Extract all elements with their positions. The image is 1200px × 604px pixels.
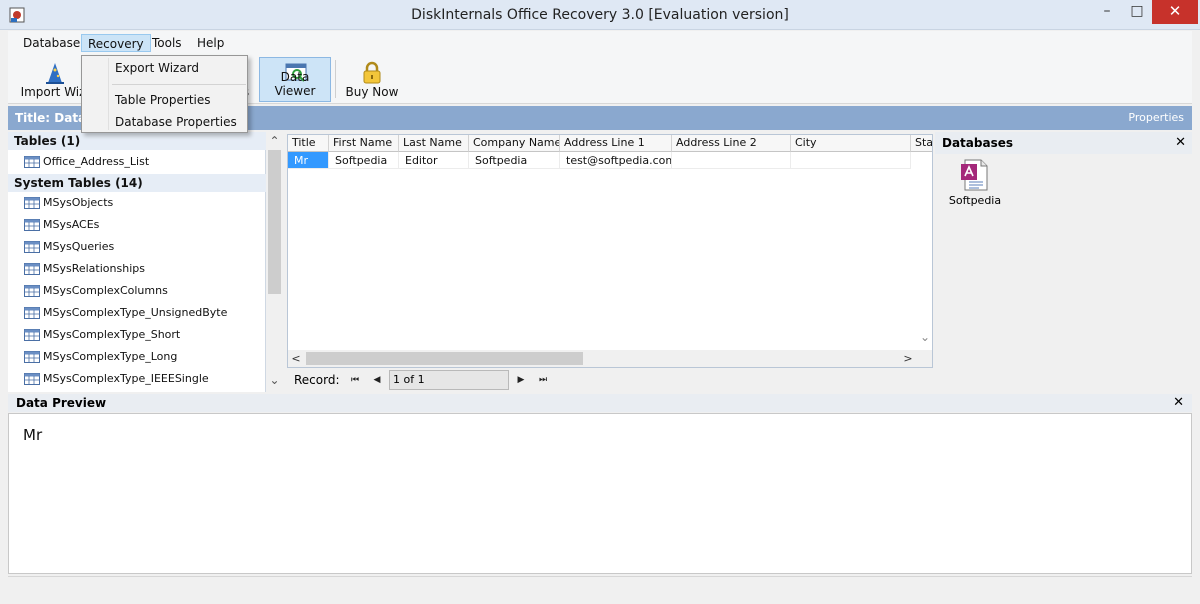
- next-record-button[interactable]: ▶: [514, 373, 528, 387]
- data-preview-title: Data Preview: [16, 396, 107, 410]
- grid-cell-address-line-2[interactable]: [672, 152, 791, 169]
- access-database-icon: [961, 159, 988, 191]
- recovery-dropdown-menu: Export Wizard Table Properties Database …: [81, 55, 248, 133]
- grid-cell-last-name[interactable]: Editor: [399, 152, 469, 169]
- column-header-company-name[interactable]: Company Name: [469, 135, 560, 152]
- close-button[interactable]: ✕: [1152, 0, 1198, 24]
- grid-cell-company-name[interactable]: Softpedia: [469, 152, 560, 169]
- menu-item-database-properties[interactable]: Database Properties: [115, 112, 237, 132]
- column-header-last-name[interactable]: Last Name: [399, 135, 469, 152]
- data-preview-text: Mr: [23, 426, 43, 444]
- table-icon: [24, 219, 40, 231]
- tree-item-label: Office_Address_List: [43, 155, 150, 168]
- close-icon[interactable]: ✕: [1175, 132, 1186, 154]
- data-viewer-label: Data Viewer: [274, 70, 316, 98]
- table-icon: [24, 285, 40, 297]
- table-icon: [24, 156, 40, 168]
- buy-now-label: Buy Now: [345, 85, 399, 99]
- previous-record-button[interactable]: ◀: [370, 373, 384, 387]
- column-header-first-name[interactable]: First Name: [329, 135, 399, 152]
- column-header-address-line-2[interactable]: Address Line 2: [672, 135, 791, 152]
- menu-bar: Database Recovery Tools Help: [8, 31, 1192, 54]
- tables-tree: Tables (1) Office_Address_List System Ta…: [8, 132, 266, 392]
- scroll-right-arrow[interactable]: >: [900, 350, 916, 367]
- tree-item-label: MSysRelationships: [43, 262, 145, 275]
- status-bar: [8, 576, 1192, 596]
- tree-item-label: MSysComplexType_Short: [43, 328, 181, 341]
- scroll-left-arrow[interactable]: <: [288, 350, 304, 367]
- menu-database[interactable]: Database: [17, 34, 86, 52]
- database-item-label: Softpedia: [948, 194, 1002, 207]
- lock-icon: [363, 61, 381, 84]
- table-icon: [24, 307, 40, 319]
- column-header-address-line-1[interactable]: Address Line 1: [560, 135, 672, 152]
- first-record-button[interactable]: ⏮: [348, 373, 362, 387]
- databases-header: Databases ✕: [935, 132, 1192, 154]
- tree-item-label: MSysComplexType_IEEESingle: [43, 372, 209, 385]
- record-position-field[interactable]: 1 of 1: [389, 370, 509, 390]
- databases-pane: Databases ✕ Softpedia: [935, 132, 1192, 392]
- menu-help[interactable]: Help: [191, 34, 230, 52]
- maximize-button[interactable]: □: [1124, 0, 1150, 24]
- column-header-city[interactable]: City: [791, 135, 911, 152]
- data-preview-header: Data Preview ✕: [8, 394, 1192, 412]
- toolbar-separator: [335, 60, 336, 98]
- tables-scrollbar[interactable]: ⌃ ⌄: [266, 132, 283, 392]
- table-icon: [24, 197, 40, 209]
- banner-title: Title: Data: [15, 111, 87, 125]
- menu-item-export-wizard[interactable]: Export Wizard: [115, 58, 199, 78]
- buy-now-button[interactable]: Buy Now: [340, 57, 404, 102]
- menu-separator: [112, 84, 246, 85]
- tree-item-label: MSysComplexType_Long: [43, 350, 178, 363]
- column-header-title[interactable]: Title: [288, 135, 329, 152]
- tree-item-label: MSysQueries: [43, 240, 115, 253]
- databases-title: Databases: [942, 136, 1014, 150]
- grid-cell-title[interactable]: Mr: [288, 152, 329, 169]
- close-icon[interactable]: ✕: [1173, 394, 1184, 412]
- grid-vertical-scrollbar[interactable]: ⌄: [918, 152, 932, 350]
- title-bar: DiskInternals Office Recovery 3.0 [Evalu…: [0, 0, 1200, 30]
- table-icon: [24, 351, 40, 363]
- table-icon: [24, 241, 40, 253]
- minimize-button[interactable]: –: [1092, 0, 1122, 24]
- data-viewer-button[interactable]: Data Viewer: [259, 57, 331, 102]
- window-title: DiskInternals Office Recovery 3.0 [Evalu…: [411, 7, 789, 23]
- system-tables-group-header[interactable]: System Tables (14): [8, 174, 266, 192]
- menu-gutter: [108, 58, 109, 130]
- tree-item-label: MSysACEs: [43, 218, 100, 231]
- tree-item-label: MSysObjects: [43, 196, 114, 209]
- grid-cell-first-name[interactable]: Softpedia: [329, 152, 399, 169]
- tree-item-label: MSysComplexType_UnsignedByte: [43, 306, 228, 319]
- column-header-state[interactable]: Sta: [911, 135, 932, 152]
- menu-recovery[interactable]: Recovery: [81, 34, 151, 52]
- scroll-up-arrow[interactable]: ⌃: [266, 132, 283, 148]
- tree-item-label: MSysComplexColumns: [43, 284, 168, 297]
- database-item-softpedia[interactable]: Softpedia: [935, 156, 1015, 212]
- wizard-hat-icon: [46, 63, 64, 84]
- menu-item-table-properties[interactable]: Table Properties: [115, 90, 211, 110]
- data-grid: Title First Name Last Name Company Name …: [287, 134, 933, 368]
- grid-horizontal-scrollbar[interactable]: < >: [288, 350, 932, 367]
- menu-tools[interactable]: Tools: [146, 34, 188, 52]
- grid-cell-city[interactable]: [791, 152, 911, 169]
- tables-group-header[interactable]: Tables (1): [8, 132, 266, 150]
- last-record-button[interactable]: ⏭: [536, 373, 550, 387]
- record-label: Record:: [294, 373, 340, 387]
- table-icon: [24, 329, 40, 341]
- table-icon: [24, 373, 40, 385]
- scroll-down-arrow[interactable]: ⌄: [266, 374, 283, 391]
- scroll-down-arrow[interactable]: ⌄: [918, 331, 932, 348]
- data-preview-area[interactable]: Mr: [8, 413, 1192, 574]
- table-icon: [24, 263, 40, 275]
- record-navigator: Record: ⏮ ◀ 1 of 1 ▶ ⏭: [287, 368, 933, 392]
- scroll-thumb[interactable]: [306, 352, 583, 365]
- scroll-thumb[interactable]: [268, 150, 281, 294]
- grid-cell-address-line-1[interactable]: test@softpedia.com: [560, 152, 672, 169]
- properties-link[interactable]: Properties: [1128, 106, 1184, 130]
